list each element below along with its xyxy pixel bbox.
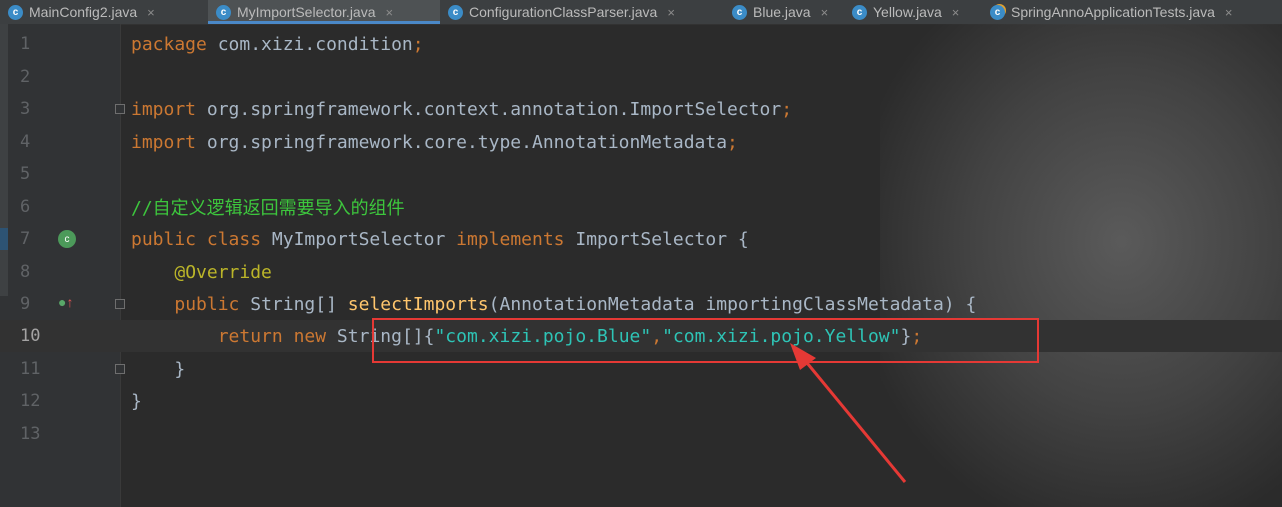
annotation-arrow xyxy=(790,343,907,483)
